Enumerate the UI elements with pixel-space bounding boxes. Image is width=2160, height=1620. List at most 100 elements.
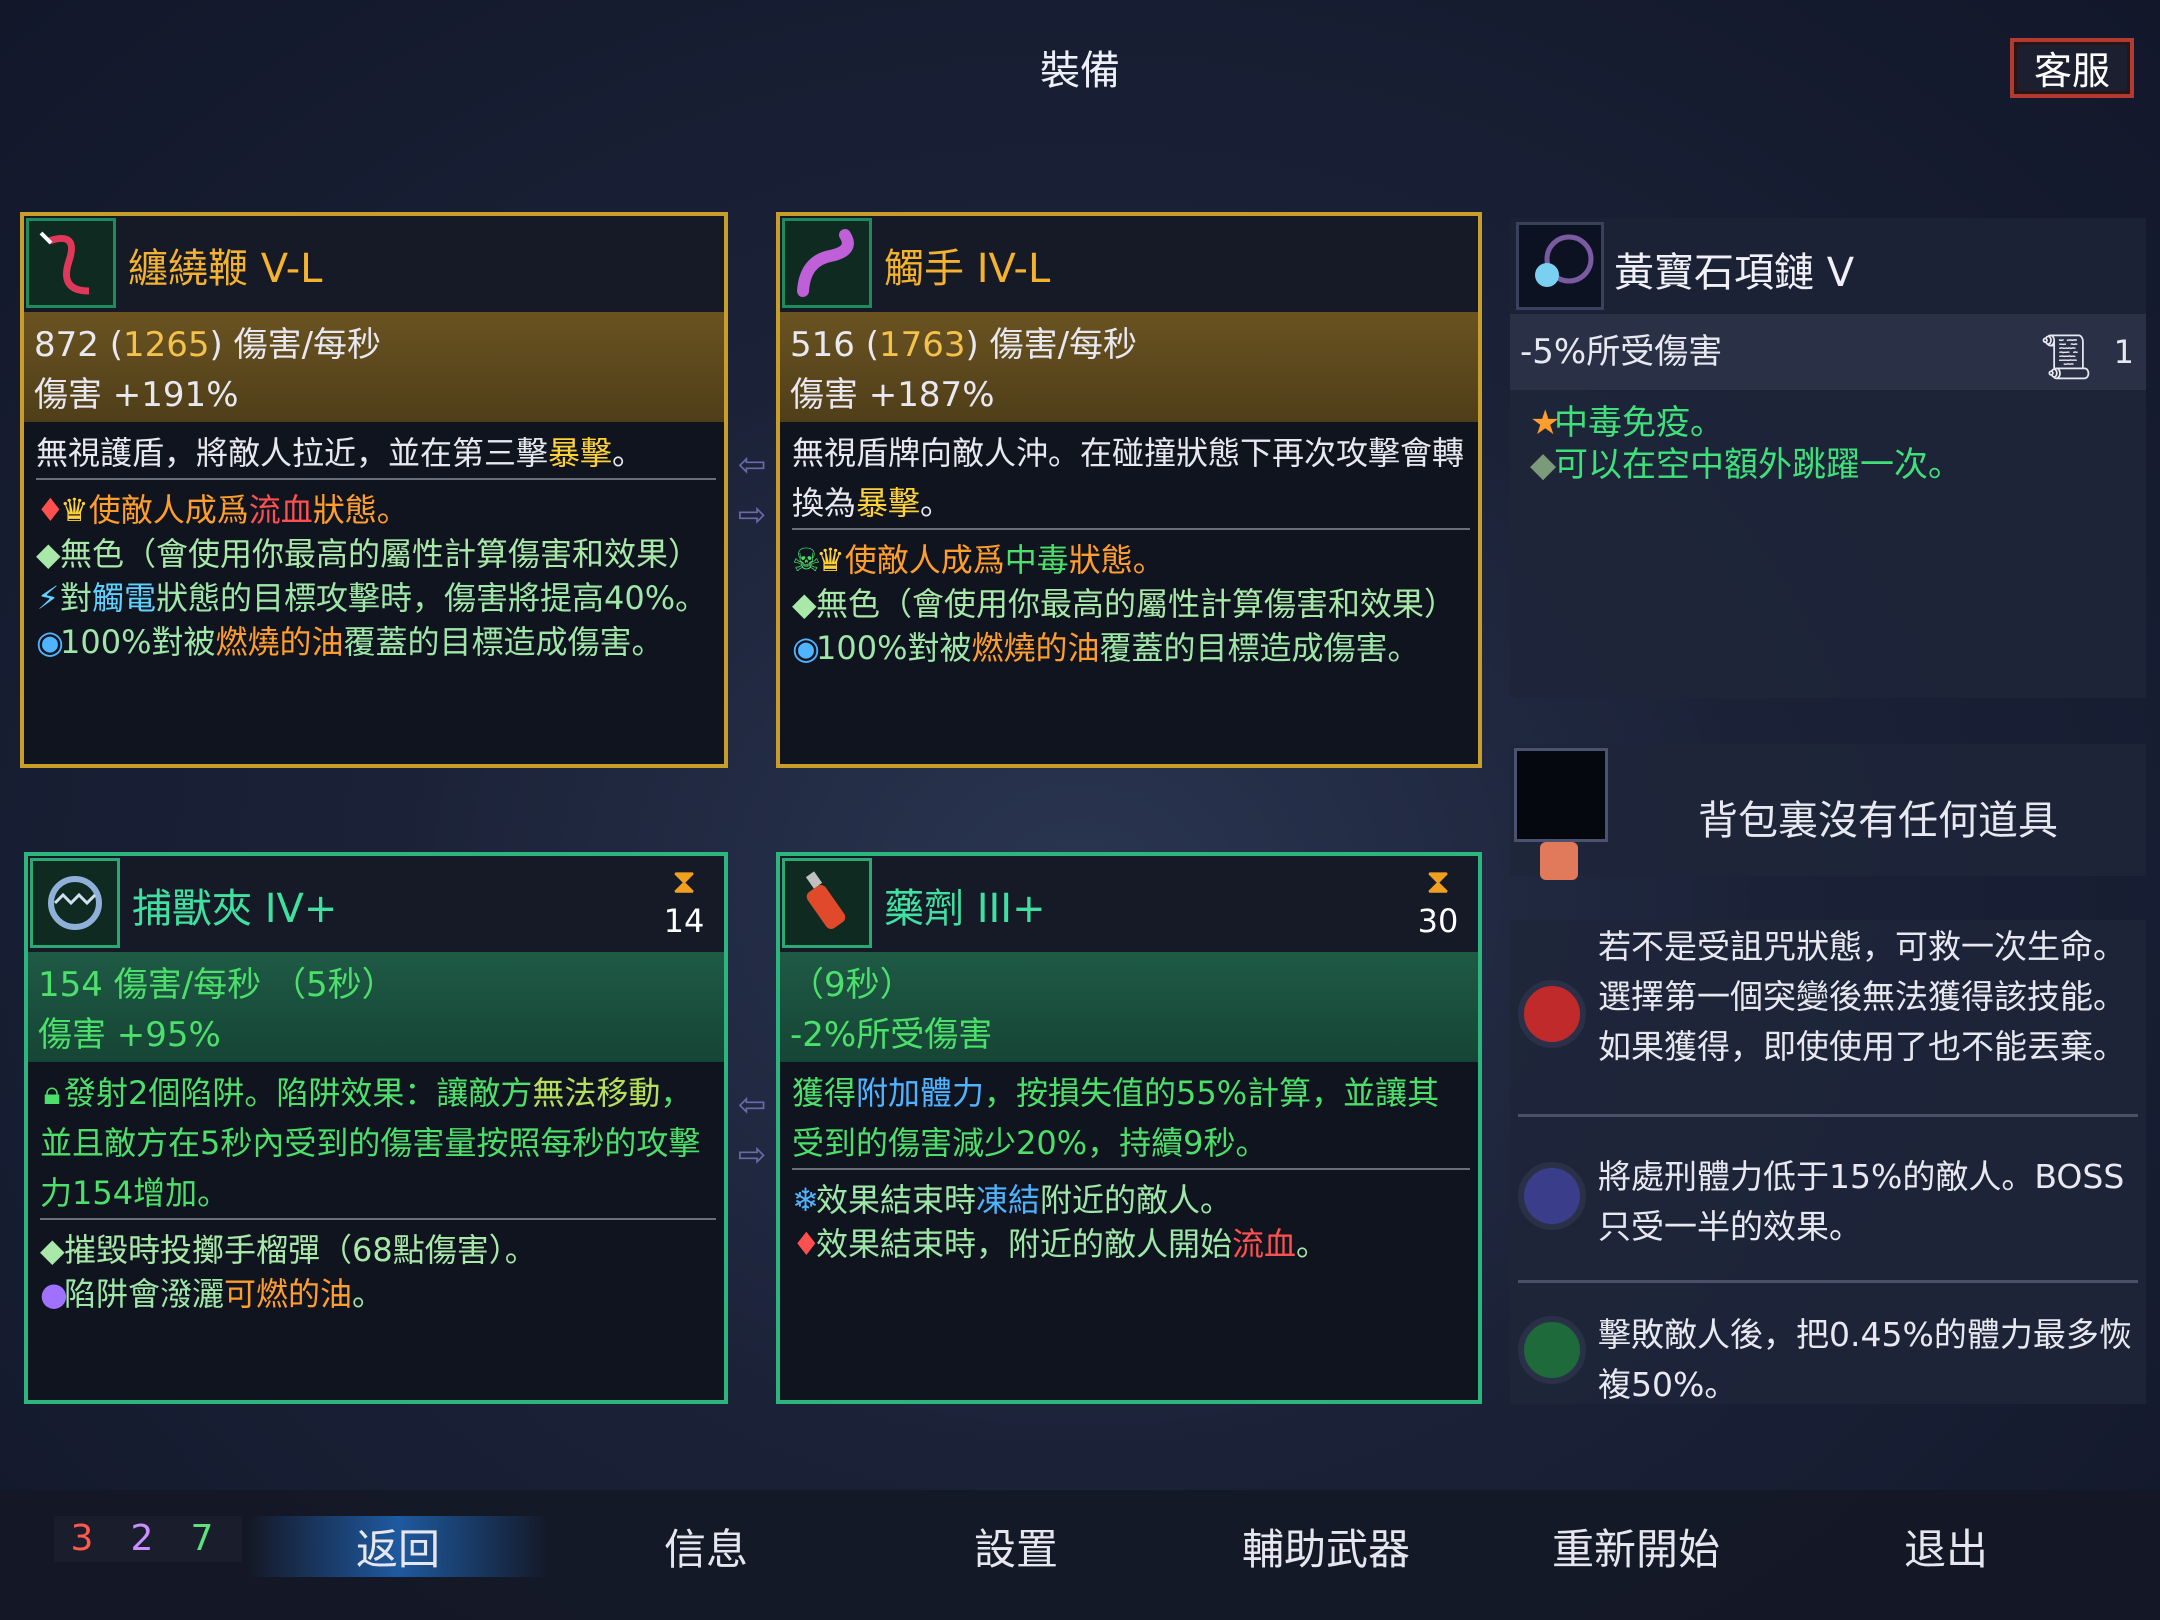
lightning-icon: ⚡ bbox=[36, 579, 60, 617]
backpack-panel[interactable]: 背包裏沒有任何道具 bbox=[1510, 744, 2146, 880]
skill-1-cooldown-value: 14 bbox=[663, 902, 705, 940]
weapon-2-effect-1: 使敵人成爲 bbox=[844, 541, 1005, 579]
weapon-2-effect-2: 無色（會使用你最高的屬性計算傷害和效果） bbox=[816, 585, 1457, 623]
bear-trap-icon bbox=[30, 858, 120, 948]
skill-2-cooldown: ⧗ 30 bbox=[1408, 862, 1468, 940]
weapon-1-header: 纏繞鞭 V-L bbox=[24, 216, 724, 312]
skill-1-root-keyword: 無法移動 bbox=[532, 1074, 661, 1112]
menu-settings[interactable]: 設置 bbox=[866, 1516, 1166, 1577]
weapon-1-effect-2: 無色（會使用你最高的屬性計算傷害和效果） bbox=[60, 535, 701, 573]
skill-2-bonus-hp-keyword: 附加體力 bbox=[856, 1074, 985, 1112]
skill-1-stats: 154 傷害/每秒 （5秒） 傷害 +95% bbox=[28, 952, 724, 1062]
skill-2-name: 藥劑 III+ bbox=[884, 886, 1046, 932]
weapon-2-effect-1-end: 狀態。 bbox=[1068, 541, 1165, 579]
mutation-3-text: 擊敗敵人後，把0.45%的體力最多恢複50%。 bbox=[1598, 1315, 2132, 1404]
skill-2-desc-text: 獲得 bbox=[792, 1074, 857, 1112]
weapon-1-effect-1-end: 狀態。 bbox=[312, 491, 409, 529]
mutation-2[interactable]: 將處刑體力低于15%的敵人。BOSS只受一半的效果。 bbox=[1510, 1120, 2146, 1270]
weapon-1-oil-keyword: 燃燒的油 bbox=[215, 623, 344, 661]
blood-drop-icon: ♦ bbox=[36, 491, 65, 529]
weapon-1-effect-1: 使敵人成爲 bbox=[88, 491, 249, 529]
amulet-header: 黃寶石項鏈 V bbox=[1510, 218, 2146, 314]
weapon-1-stats: 872 (1265) 傷害/每秒 傷害 +191% bbox=[24, 312, 724, 422]
mutation-2-text: 將處刑體力低于15%的敵人。BOSS只受一半的效果。 bbox=[1598, 1157, 2125, 1246]
scroll-count-purple: 2 bbox=[130, 1518, 154, 1559]
skill-1-desc-text: 發射2個陷阱。陷阱效果：讓敵方 bbox=[64, 1074, 533, 1112]
weapon-2-header: 觸手 IV-L bbox=[780, 216, 1478, 312]
skill-2-cooldown-value: 30 bbox=[1417, 902, 1459, 940]
menu-info[interactable]: 信息 bbox=[556, 1516, 856, 1577]
amulet-effects: ★中毒免疫。 ◆可以在空中額外跳躍一次。 bbox=[1530, 402, 1962, 486]
menu-restart[interactable]: 重新開始 bbox=[1486, 1516, 1786, 1577]
skill-card-2[interactable]: 藥劑 III+ ⧗ 30 （9秒） -2%所受傷害 獲得附加體力，按損失值的55%… bbox=[776, 852, 1482, 1404]
diamond-bullet-icon: ◆ bbox=[36, 535, 61, 573]
crown-icon: ♛ bbox=[60, 491, 89, 529]
skill-2-effect-1-end: 附近的敵人。 bbox=[1040, 1181, 1233, 1219]
swap-left-arrow-icon[interactable]: ⇦ bbox=[728, 1088, 776, 1122]
amulet-scroll-count: 1 bbox=[2113, 333, 2134, 371]
weapon-2-desc-end: 。 bbox=[920, 484, 953, 522]
menu-quit[interactable]: 退出 bbox=[1796, 1516, 2096, 1577]
skill-1-cooldown: ⧗ 14 bbox=[654, 862, 714, 940]
skill-1-name: 捕獸夾 IV+ bbox=[132, 886, 338, 932]
backpack-slot[interactable] bbox=[1514, 748, 1608, 842]
backpack-icon bbox=[1540, 842, 1578, 880]
skill-1-effect-2-end: 。 bbox=[352, 1275, 385, 1313]
mutation-1-text: 若不是受詛咒狀態，可救一次生命。選擇第一個突變後無法獲得該技能。如果獲得，即使使… bbox=[1598, 927, 2126, 1066]
menu-secondary-weapon[interactable]: 輔助武器 bbox=[1176, 1516, 1476, 1577]
weapon-2-dps-alt: 1763 bbox=[878, 325, 966, 365]
weapon-2-dps: 516 bbox=[790, 325, 855, 365]
skill-2-description: 獲得附加體力，按損失值的55%計算，並讓其受到的傷害減少20%，持續9秒。 ❄效… bbox=[792, 1068, 1470, 1266]
diamond-bullet-icon: ◆ bbox=[40, 1231, 65, 1269]
amulet-stat: -5%所受傷害 📜︎ 1 bbox=[1510, 314, 2146, 390]
weapon-1-effect-4: 100%對被 bbox=[60, 623, 216, 661]
weapon-1-dps: 872 bbox=[34, 325, 99, 365]
weapon-1-crit-keyword: 暴擊 bbox=[548, 434, 613, 472]
divider bbox=[1518, 1280, 2138, 1283]
weapon-2-description: 無視盾牌向敵人沖。在碰撞狀態下再次攻擊會轉換為暴擊。 ☠♛使敵人成爲中毒狀態。 … bbox=[792, 428, 1470, 670]
skill-2-effect-2-end: 。 bbox=[1296, 1225, 1329, 1263]
scroll-counts: 3 2 7 bbox=[54, 1516, 242, 1562]
weapon-1-desc-text: 無視護盾，將敵人拉近，並在第三擊 bbox=[36, 434, 549, 472]
skill-2-bleed-keyword: 流血 bbox=[1232, 1225, 1297, 1263]
skill-1-description: 🔒︎ 發射2個陷阱。陷阱效果：讓敵方無法移動，並且敵方在5秒內受到的傷害量按照每秒… bbox=[40, 1068, 716, 1316]
weapon-2-oil-keyword: 燃燒的油 bbox=[971, 629, 1100, 667]
swap-left-arrow-icon[interactable]: ⇦ bbox=[728, 448, 776, 482]
swap-right-arrow-icon[interactable]: ⇨ bbox=[728, 1138, 776, 1172]
weapon-1-damage: 傷害 +191% bbox=[34, 375, 239, 415]
weapon-1-shock-keyword: 觸電 bbox=[92, 579, 157, 617]
weapon-2-poison-keyword: 中毒 bbox=[1004, 541, 1069, 579]
weapon-card-1[interactable]: 纏繞鞭 V-L 872 (1265) 傷害/每秒 傷害 +191% 無視護盾，將… bbox=[20, 212, 728, 768]
skill-1-header: 捕獸夾 IV+ ⧗ 14 bbox=[28, 856, 724, 952]
skill-2-header: 藥劑 III+ ⧗ 30 bbox=[780, 856, 1478, 952]
poison-skull-icon: ☠ bbox=[792, 541, 821, 579]
weapon-1-desc-end: 。 bbox=[612, 434, 645, 472]
hourglass-icon: ⧗ bbox=[1426, 862, 1450, 902]
mutation-3[interactable]: 擊敗敵人後，把0.45%的體力最多恢複50%。 bbox=[1510, 1286, 2146, 1404]
skill-card-1[interactable]: 捕獸夾 IV+ ⧗ 14 154 傷害/每秒 （5秒） 傷害 +95% 🔒︎ 發射2… bbox=[24, 852, 728, 1404]
skill-1-effect-2: 陷阱會潑灑 bbox=[64, 1275, 225, 1313]
blood-drop-icon: ♦ bbox=[792, 1225, 821, 1263]
customer-service-button[interactable]: 客服 bbox=[2010, 38, 2134, 98]
amulet-panel[interactable]: 黃寶石項鏈 V -5%所受傷害 📜︎ 1 ★中毒免疫。 ◆可以在空中額外跳躍一次… bbox=[1510, 218, 2146, 698]
weapon-2-effect-3-end: 覆蓋的目標造成傷害。 bbox=[1099, 629, 1420, 667]
mutation-1[interactable]: 若不是受詛咒狀態，可救一次生命。選擇第一個突變後無法獲得該技能。如果獲得，即使使… bbox=[1510, 920, 2146, 1120]
weapon-1-effect-3: 對 bbox=[60, 579, 93, 617]
skill-1-dps: 154 傷害/每秒 （5秒） bbox=[38, 965, 396, 1005]
scroll-count-red: 3 bbox=[70, 1518, 94, 1559]
crown-icon: ♛ bbox=[816, 541, 845, 579]
skill-2-effect-2: 效果結束時，附近的敵人開始 bbox=[816, 1225, 1233, 1263]
weapon-1-name: 纏繞鞭 V-L bbox=[128, 246, 323, 292]
axe-icon bbox=[1518, 1162, 1586, 1230]
swap-right-arrow-icon[interactable]: ⇨ bbox=[728, 498, 776, 532]
weapon-1-bleed-keyword: 流血 bbox=[248, 491, 313, 529]
skill-1-damage: 傷害 +95% bbox=[38, 1015, 221, 1055]
scroll-icon: 📜︎ bbox=[2038, 332, 2094, 383]
oil-icon: ◉ bbox=[36, 623, 64, 661]
skill-2-effect-1: 效果結束時 bbox=[816, 1181, 977, 1219]
weapon-card-2[interactable]: 觸手 IV-L 516 (1763) 傷害/每秒 傷害 +187% 無視盾牌向敵… bbox=[776, 212, 1482, 768]
menu-back[interactable]: 返回 bbox=[248, 1516, 548, 1577]
weapon-2-dps-suffix: 傷害/每秒 bbox=[989, 325, 1138, 365]
skill-2-freeze-keyword: 凍結 bbox=[976, 1181, 1041, 1219]
mutations-panel: 若不是受詛咒狀態，可救一次生命。選擇第一個突變後無法獲得該技能。如果獲得，即使使… bbox=[1510, 920, 2146, 1404]
